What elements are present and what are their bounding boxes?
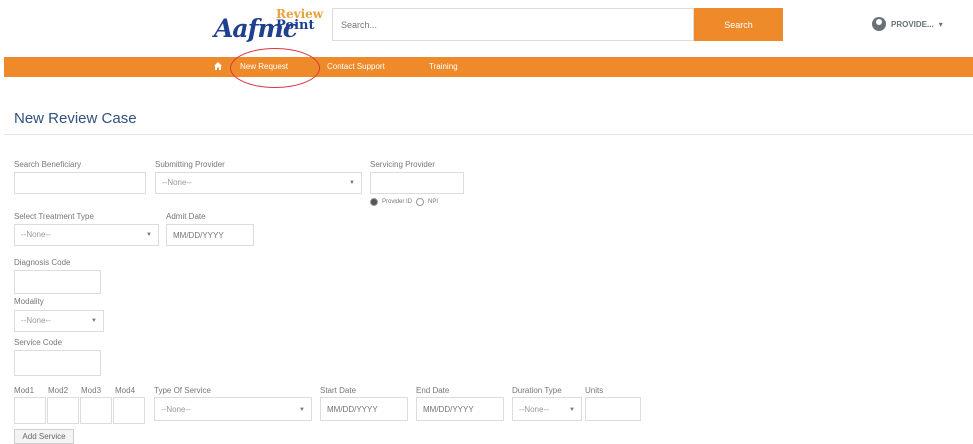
units-input[interactable] — [585, 397, 641, 421]
radio-npi[interactable] — [416, 198, 425, 206]
add-service-button[interactable]: Add Service — [14, 429, 74, 444]
type-of-service-value: --None-- — [161, 405, 191, 414]
mod3-input[interactable] — [80, 397, 112, 424]
highlight-circle — [230, 48, 320, 88]
admit-date-input[interactable] — [166, 224, 254, 246]
nav-training[interactable]: Training — [429, 57, 458, 77]
type-of-service-select[interactable]: --None-- ▼ — [154, 397, 312, 421]
duration-type-value: --None-- — [519, 405, 549, 414]
search-beneficiary-input[interactable] — [14, 172, 146, 194]
mod2-label: Mod2 — [48, 386, 69, 395]
mod1-label: Mod1 — [14, 386, 35, 395]
end-date-label: End Date — [416, 386, 450, 395]
chevron-down-icon: ▼ — [569, 407, 575, 413]
duration-type-label: Duration Type — [512, 386, 562, 395]
submitting-provider-value: --None-- — [162, 178, 192, 187]
modality-value: --None-- — [21, 316, 51, 325]
radio-provider-id[interactable] — [370, 198, 378, 206]
chevron-down-icon: ▼ — [299, 407, 305, 413]
mod1-input[interactable] — [14, 397, 46, 424]
modality-label: Modality — [14, 297, 44, 306]
mod4-input[interactable] — [113, 397, 145, 424]
chevron-down-icon: ▼ — [91, 318, 97, 324]
treatment-type-select[interactable]: --None-- ▼ — [14, 224, 159, 246]
modality-select[interactable]: --None-- ▼ — [14, 310, 104, 332]
search-button[interactable]: Search — [694, 8, 783, 41]
diagnosis-code-label: Diagnosis Code — [14, 258, 71, 267]
duration-type-select[interactable]: --None-- ▼ — [512, 397, 582, 421]
admit-date-label: Admit Date — [166, 212, 206, 221]
user-menu[interactable]: PROVIDE... ▾ — [872, 17, 943, 31]
start-date-label: Start Date — [320, 386, 357, 395]
logo-review-point: Review Point — [276, 8, 328, 32]
type-of-service-label: Type Of Service — [154, 386, 211, 395]
avatar-icon — [872, 17, 886, 31]
servicing-provider-radios: Provider ID NPI — [370, 198, 438, 206]
chevron-down-icon: ▼ — [146, 232, 152, 238]
divider — [4, 134, 973, 135]
diagnosis-code-input[interactable] — [14, 270, 101, 294]
home-icon[interactable] — [213, 61, 223, 71]
logo-point-text: Point — [276, 18, 315, 33]
nav-contact-support[interactable]: Contact Support — [327, 57, 385, 77]
treatment-type-value: --None-- — [21, 230, 51, 239]
servicing-provider-input[interactable] — [370, 172, 464, 194]
submitting-provider-label: Submitting Provider — [155, 160, 225, 169]
mod3-label: Mod3 — [81, 386, 102, 395]
user-name: PROVIDE... — [891, 19, 934, 29]
search-beneficiary-label: Search Beneficiary — [14, 160, 82, 169]
mod2-input[interactable] — [47, 397, 79, 424]
radio-provider-id-label: Provider ID — [382, 199, 413, 205]
radio-npi-label: NPI — [428, 199, 439, 205]
chevron-down-icon: ▾ — [938, 19, 943, 29]
service-code-input[interactable] — [14, 350, 101, 376]
treatment-type-label: Select Treatment Type — [14, 212, 94, 221]
nav-bar: New Request Contact Support Training — [4, 57, 973, 77]
end-date-input[interactable] — [416, 397, 504, 421]
page-title: New Review Case — [14, 110, 137, 127]
units-label: Units — [585, 386, 604, 395]
start-date-input[interactable] — [320, 397, 408, 421]
service-code-label: Service Code — [14, 338, 63, 347]
mod4-label: Mod4 — [115, 386, 136, 395]
submitting-provider-select[interactable]: --None-- ▼ — [155, 172, 362, 194]
servicing-provider-label: Servicing Provider — [370, 160, 435, 169]
search-input[interactable] — [332, 8, 694, 41]
chevron-down-icon: ▼ — [349, 180, 355, 186]
